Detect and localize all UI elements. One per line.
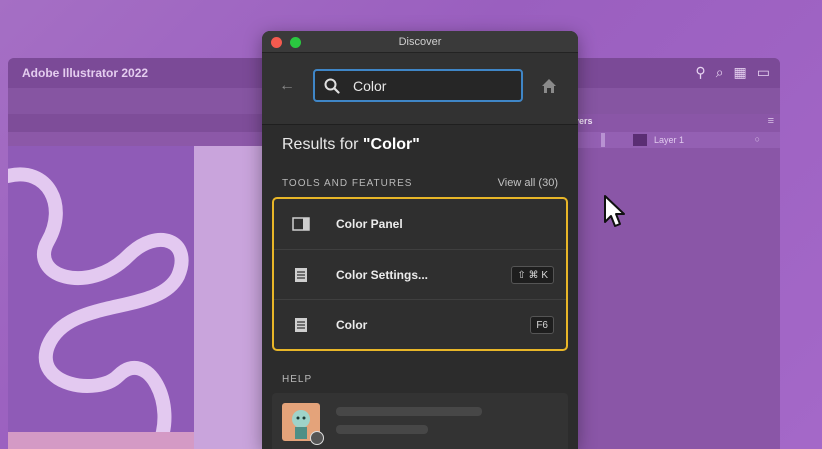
results-prefix: Results for [282,136,363,153]
search-icon[interactable]: ⌕ [716,64,724,80]
loading-placeholder [336,425,428,434]
back-arrow-icon[interactable]: ← [279,77,295,95]
result-item-color[interactable]: Color F6 [274,299,566,349]
result-label: Color Panel [336,217,403,231]
help-section-label: HELP [282,374,313,385]
help-video-card[interactable] [272,393,568,449]
discover-header: ← [262,53,578,125]
menu-icon [295,318,307,332]
layer-color-swatch [633,134,647,146]
layer-row[interactable]: Layer 1 ○ [566,132,780,148]
mouse-cursor-icon [604,195,625,227]
workspace-icon[interactable]: ▦ [734,64,747,80]
panel-menu-icon[interactable]: ≡ [768,115,774,127]
view-all-link[interactable]: View all (30) [498,177,558,189]
discover-titlebar: Discover [262,31,578,53]
home-icon[interactable] [541,78,557,94]
results-list: Color Panel Color Settings... ⇧ ⌘ K Colo… [272,197,568,351]
result-item-color-settings[interactable]: Color Settings... ⇧ ⌘ K [274,249,566,299]
discover-icon[interactable]: ⚲ [695,64,705,80]
layer-target-icon[interactable]: ○ [755,134,760,144]
app-header-icons: ⚲ ⌕ ▦ ▭ [695,64,770,80]
play-icon[interactable] [310,431,324,445]
search-field[interactable] [313,69,523,102]
discover-window-title: Discover [398,36,442,48]
app-title: Adobe Illustrator 2022 [22,66,149,80]
panel-icon [292,217,310,231]
tools-section-label: TOOLS AND FEATURES [282,178,413,189]
artwork-bottom-strip [8,432,194,449]
wavy-line-artwork [8,167,189,449]
results-query: "Color" [362,136,420,153]
visibility-toggle[interactable] [601,133,605,147]
layer-name: Layer 1 [654,135,685,145]
result-label: Color [336,318,368,332]
artwork-left-panel [8,146,194,449]
results-heading: Results for "Color" [282,136,420,154]
result-label: Color Settings... [336,268,429,282]
keyboard-shortcut: F6 [530,316,554,334]
result-item-color-panel[interactable]: Color Panel [274,199,566,249]
discover-panel: Discover ← Results for "Color" TOOLS AND… [262,31,578,449]
loading-placeholder [336,407,482,416]
search-input[interactable] [353,76,513,96]
menu-icon [295,268,307,282]
layers-panel: yers ≡ Layer 1 ○ [566,114,780,449]
window-icon[interactable]: ▭ [757,64,770,80]
search-icon [324,78,340,94]
keyboard-shortcut: ⇧ ⌘ K [511,266,554,284]
